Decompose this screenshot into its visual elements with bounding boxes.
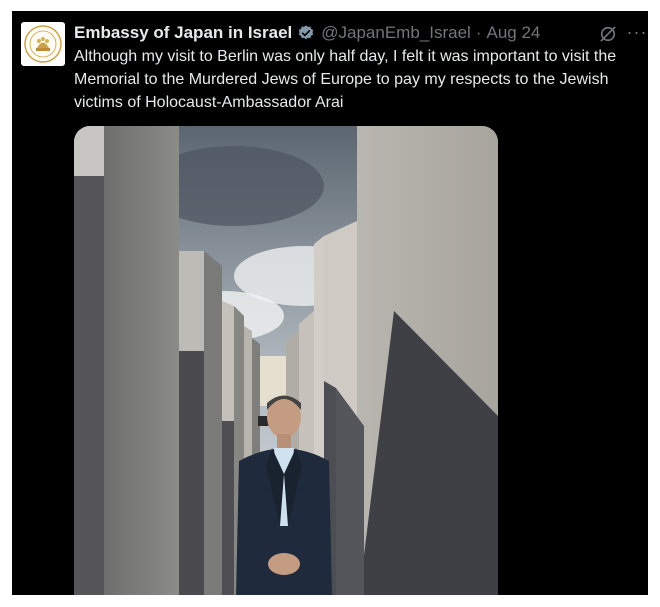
separator-dot: · [475,23,482,42]
tweet-date[interactable]: Aug 24 [487,23,541,43]
embassy-emblem-icon [24,25,62,63]
tweet-card[interactable]: Embassy of Japan in Israel @JapanEmb_Isr… [12,11,648,595]
verified-badge-icon [297,24,315,42]
grok-icon[interactable] [597,23,619,45]
author-handle[interactable]: @JapanEmb_Israel [321,23,471,43]
tweet-header: Embassy of Japan in Israel @JapanEmb_Isr… [74,21,588,45]
avatar[interactable] [21,22,65,66]
memorial-photo [74,126,498,595]
tweet-text: Although my visit to Berlin was only hal… [74,48,617,111]
more-options-icon[interactable]: ··· [626,21,648,43]
author-name[interactable]: Embassy of Japan in Israel [74,23,292,43]
tweet-photo[interactable] [74,126,498,595]
